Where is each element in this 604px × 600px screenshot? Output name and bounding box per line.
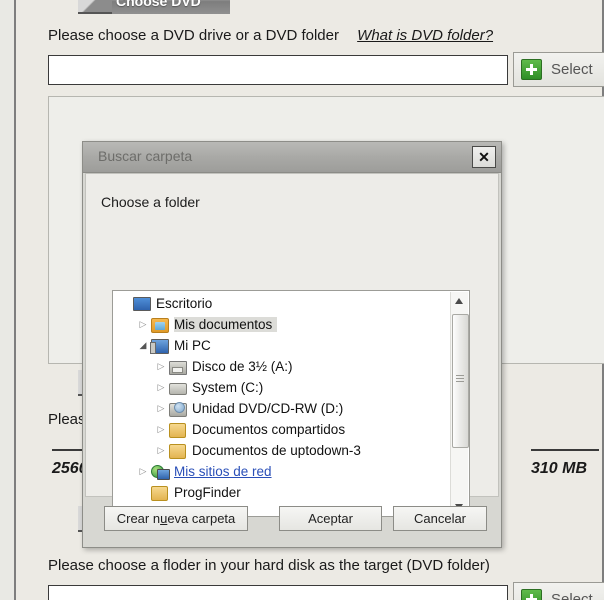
dvd-path-input[interactable]	[48, 55, 508, 85]
close-icon[interactable]: ✕	[472, 146, 496, 168]
monitor-icon-glyph	[133, 297, 151, 311]
tree-item-label: Mi PC	[174, 338, 211, 353]
dialog-title: Buscar carpeta	[98, 148, 193, 164]
choose-dvd-prompt-text: Please choose a DVD drive or a DVD folde…	[48, 27, 339, 44]
hard-drive-icon	[169, 380, 187, 395]
documents-folder-icon	[151, 317, 169, 333]
tree-item[interactable]: ▷ Disco de 3½ (A:)	[113, 356, 451, 377]
folder-icon	[169, 422, 187, 438]
cancel-button[interactable]: Cancelar	[393, 506, 487, 531]
rip-size-right: 310 MB	[531, 460, 588, 477]
target-select-button[interactable]: Select	[513, 582, 604, 600]
chevron-right-icon[interactable]: ▷	[135, 461, 151, 482]
chevron-right-icon[interactable]: ▷	[153, 440, 169, 461]
create-new-folder-button[interactable]: Crear nueva carpeta	[104, 506, 248, 531]
accept-button[interactable]: Aceptar	[279, 506, 382, 531]
chevron-down-icon[interactable]: ◢	[135, 335, 151, 356]
my-computer-icon	[150, 338, 169, 354]
dvd-drive-icon	[169, 401, 187, 417]
target-path-input[interactable]	[48, 585, 508, 600]
dialog-body: Choose a folder Escritorio ▷ Mis documento…	[85, 173, 499, 517]
chevron-right-icon[interactable]: ▷	[153, 398, 169, 419]
chevron-right-icon[interactable]: ▷	[153, 419, 169, 440]
tree-item-label: Documentos compartidos	[192, 422, 346, 437]
scroll-up-icon[interactable]	[451, 292, 468, 309]
target-prompt: Please choose a floder in your hard disk…	[48, 557, 490, 574]
rip-divider-right	[531, 449, 599, 451]
network-icon	[151, 464, 170, 480]
tree-scrollbar[interactable]	[450, 292, 469, 515]
documents-folder-icon-glyph	[151, 318, 169, 333]
dvd-drive-icon-glyph	[169, 402, 187, 417]
tree-item-label: Mis sitios de red	[174, 464, 272, 479]
dialog-titlebar[interactable]: Buscar carpeta ✕	[83, 142, 501, 173]
dialog-button-bar: Crear nueva carpeta Aceptar Cancelar	[83, 497, 501, 547]
tab-choose-dvd[interactable]: Choose DVD	[78, 0, 230, 14]
tree-item[interactable]: ▷ System (C:)	[113, 377, 451, 398]
hard-drive-icon-glyph	[169, 383, 187, 395]
tree-item[interactable]: ▷ Documentos de uptodown-3	[113, 440, 451, 461]
tree-item[interactable]: ▷ Unidad DVD/CD-RW (D:)	[113, 398, 451, 419]
folder-icon-glyph	[169, 444, 186, 459]
folder-icon-glyph	[169, 423, 186, 438]
dvd-select-label: Select	[551, 61, 593, 78]
create-new-folder-pre: Crear n	[116, 511, 161, 526]
monitor-icon	[133, 296, 151, 311]
scrollbar-grip-icon	[456, 375, 464, 384]
tree-item-label: Escritorio	[156, 296, 213, 311]
what-is-dvd-folder-link[interactable]: What is DVD folder?	[357, 27, 493, 44]
folder-tree-list: Escritorio ▷ Mis documentos ◢ Mi PC ▷ Disco de…	[113, 293, 451, 516]
dvd-select-button[interactable]: Select	[513, 52, 604, 87]
floppy-drive-icon-glyph	[169, 361, 187, 375]
tree-item[interactable]: ▷ Mis sitios de red	[113, 461, 451, 482]
my-computer-icon-glyph	[150, 339, 169, 354]
dialog-prompt: Choose a folder	[101, 194, 200, 210]
network-icon-glyph	[151, 465, 170, 480]
tree-item-label: Mis documentos	[174, 317, 278, 332]
choose-dvd-prompt: Please choose a DVD drive or a DVD folde…	[48, 27, 493, 44]
tree-item-label: Documentos de uptodown-3	[192, 443, 361, 458]
tree-item-label: Disco de 3½ (A:)	[192, 359, 293, 374]
plus-icon	[521, 59, 542, 80]
tree-item-label: Unidad DVD/CD-RW (D:)	[192, 401, 344, 416]
chevron-right-icon[interactable]: ▷	[153, 356, 169, 377]
plus-icon	[521, 589, 542, 600]
create-new-folder-post: eva carpeta	[167, 511, 236, 526]
floppy-drive-icon	[169, 359, 187, 375]
tree-item[interactable]: Escritorio	[113, 293, 451, 314]
rip-prompt: Pleas	[48, 411, 86, 428]
chevron-right-icon[interactable]: ▷	[153, 377, 169, 398]
tree-item[interactable]: ▷ Documentos compartidos	[113, 419, 451, 440]
folder-tree[interactable]: Escritorio ▷ Mis documentos ◢ Mi PC ▷ Disco de…	[112, 290, 470, 517]
folder-icon	[169, 443, 187, 459]
tree-item-label: System (C:)	[192, 380, 264, 395]
browse-folder-dialog: Buscar carpeta ✕ Choose a folder Escrito…	[82, 141, 502, 548]
tab-choose-dvd-label: Choose DVD	[116, 0, 201, 9]
chevron-right-icon[interactable]: ▷	[135, 314, 151, 335]
tree-item[interactable]: ◢ Mi PC	[113, 335, 451, 356]
target-select-label: Select	[551, 591, 593, 600]
scrollbar-thumb[interactable]	[452, 314, 469, 448]
tree-item[interactable]: ▷ Mis documentos	[113, 314, 451, 335]
